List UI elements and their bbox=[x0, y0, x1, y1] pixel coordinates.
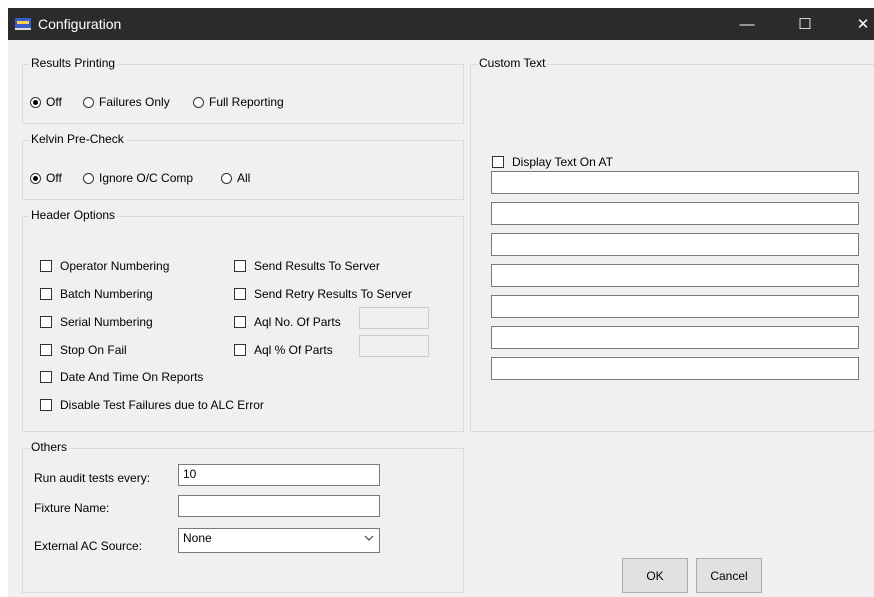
custom-text-line-1[interactable] bbox=[491, 171, 859, 194]
radio-dot bbox=[221, 172, 232, 184]
window-title: Configuration bbox=[38, 16, 122, 32]
check-label: Aql No. Of Parts bbox=[254, 315, 341, 329]
group-legend: Header Options bbox=[29, 208, 118, 222]
configuration-window: Configuration — ☐ ✕ Results Printing Off… bbox=[8, 8, 874, 597]
radio-label: Off bbox=[46, 171, 62, 185]
app-icon bbox=[14, 15, 32, 31]
check-stop-on-fail[interactable]: Stop On Fail bbox=[40, 343, 127, 357]
close-icon: ✕ bbox=[856, 16, 870, 33]
minimize-icon: — bbox=[739, 15, 755, 33]
maximize-icon: ☐ bbox=[798, 16, 812, 33]
title-bar: Configuration — ☐ ✕ bbox=[8, 8, 874, 40]
external-ac-source-select[interactable]: None bbox=[178, 528, 380, 553]
radio-label: Failures Only bbox=[99, 95, 170, 109]
custom-text-line-4[interactable] bbox=[491, 264, 859, 287]
radio-dot bbox=[83, 172, 94, 184]
check-display-text-on-at[interactable]: Display Text On AT bbox=[492, 155, 613, 169]
ok-button[interactable]: OK bbox=[622, 558, 688, 593]
chevron-down-icon bbox=[363, 532, 375, 544]
check-serial-numbering[interactable]: Serial Numbering bbox=[40, 315, 153, 329]
aql-no-of-parts-input[interactable] bbox=[359, 307, 429, 329]
audit-label: Run audit tests every: bbox=[34, 471, 151, 485]
maximize-button[interactable]: ☐ bbox=[782, 8, 828, 40]
results-printing-group: Results Printing Off Failures Only Full … bbox=[22, 56, 464, 124]
radio-dot bbox=[30, 96, 41, 108]
check-label: Aql % Of Parts bbox=[254, 343, 333, 357]
kelvin-precheck-group: Kelvin Pre-Check Off Ignore O/C Comp All bbox=[22, 132, 464, 200]
custom-text-group: Custom Text Display Text On AT bbox=[470, 56, 874, 432]
radio-dot bbox=[193, 96, 204, 108]
checkbox bbox=[40, 399, 52, 411]
check-send-results-to-server[interactable]: Send Results To Server bbox=[234, 259, 380, 273]
checkbox bbox=[40, 260, 52, 272]
aql-percent-of-parts-input[interactable] bbox=[359, 335, 429, 357]
radio-dot bbox=[30, 172, 41, 184]
custom-text-line-3[interactable] bbox=[491, 233, 859, 256]
group-legend: Custom Text bbox=[477, 56, 548, 70]
group-legend: Others bbox=[29, 440, 70, 454]
custom-text-line-2[interactable] bbox=[491, 202, 859, 225]
radio-results-full-reporting[interactable]: Full Reporting bbox=[193, 95, 284, 109]
check-label: Disable Test Failures due to ALC Error bbox=[60, 398, 264, 412]
audit-tests-input[interactable]: 10 bbox=[178, 464, 380, 486]
radio-label: Off bbox=[46, 95, 62, 109]
radio-kelvin-off[interactable]: Off bbox=[30, 171, 62, 185]
radio-results-off[interactable]: Off bbox=[30, 95, 62, 109]
radio-results-failures-only[interactable]: Failures Only bbox=[83, 95, 170, 109]
close-button[interactable]: ✕ bbox=[840, 8, 874, 40]
radio-kelvin-ignore-oc-comp[interactable]: Ignore O/C Comp bbox=[83, 171, 193, 185]
check-label: Send Retry Results To Server bbox=[254, 287, 412, 301]
checkbox bbox=[234, 260, 246, 272]
checkbox bbox=[40, 288, 52, 300]
check-aql-percent-of-parts[interactable]: Aql % Of Parts bbox=[234, 343, 333, 357]
minimize-button[interactable]: — bbox=[724, 8, 770, 40]
cancel-button[interactable]: Cancel bbox=[696, 558, 762, 593]
radio-label: Full Reporting bbox=[209, 95, 284, 109]
external-ac-source-label: External AC Source: bbox=[34, 539, 143, 553]
checkbox bbox=[40, 371, 52, 383]
radio-label: All bbox=[237, 171, 251, 185]
check-disable-test-failures-alc[interactable]: Disable Test Failures due to ALC Error bbox=[40, 398, 264, 412]
checkbox bbox=[234, 316, 246, 328]
check-label: Batch Numbering bbox=[60, 287, 153, 301]
check-label: Display Text On AT bbox=[512, 155, 613, 169]
check-label: Date And Time On Reports bbox=[60, 370, 204, 384]
radio-label: Ignore O/C Comp bbox=[99, 171, 194, 185]
others-group: Others Run audit tests every: 10 Fixture… bbox=[22, 440, 464, 593]
checkbox bbox=[492, 156, 504, 168]
checkbox bbox=[40, 344, 52, 356]
check-label: Operator Numbering bbox=[60, 259, 170, 273]
custom-text-line-5[interactable] bbox=[491, 295, 859, 318]
checkbox bbox=[234, 344, 246, 356]
group-legend: Kelvin Pre-Check bbox=[29, 132, 126, 146]
check-label: Serial Numbering bbox=[60, 315, 153, 329]
check-label: Stop On Fail bbox=[60, 343, 127, 357]
checkbox bbox=[40, 316, 52, 328]
check-batch-numbering[interactable]: Batch Numbering bbox=[40, 287, 153, 301]
fixture-name-input[interactable] bbox=[178, 495, 380, 517]
check-label: Send Results To Server bbox=[254, 259, 380, 273]
group-legend: Results Printing bbox=[29, 56, 118, 70]
select-value: None bbox=[183, 531, 212, 545]
check-send-retry-results-to-server[interactable]: Send Retry Results To Server bbox=[234, 287, 412, 301]
check-aql-no-of-parts[interactable]: Aql No. Of Parts bbox=[234, 315, 341, 329]
custom-text-line-6[interactable] bbox=[491, 326, 859, 349]
checkbox bbox=[234, 288, 246, 300]
radio-kelvin-all[interactable]: All bbox=[221, 171, 250, 185]
custom-text-line-7[interactable] bbox=[491, 357, 859, 380]
header-options-group: Header Options Operator Numbering Batch … bbox=[22, 208, 464, 432]
fixture-name-label: Fixture Name: bbox=[34, 501, 110, 515]
check-operator-numbering[interactable]: Operator Numbering bbox=[40, 259, 169, 273]
check-date-time-on-reports[interactable]: Date And Time On Reports bbox=[40, 370, 203, 384]
radio-dot bbox=[83, 96, 94, 108]
